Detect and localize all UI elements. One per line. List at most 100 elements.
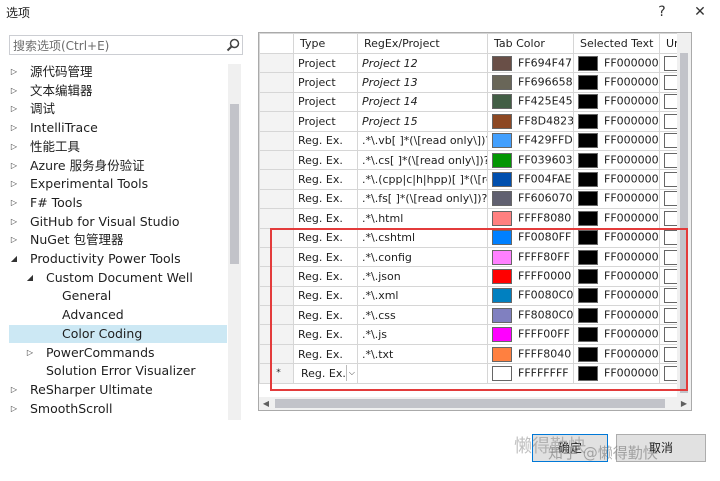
color-swatch[interactable] [492,210,512,226]
grid-vertical-scrollbar[interactable] [677,33,691,397]
grid-horizontal-scrollbar[interactable]: ◀ ▶ [259,397,691,410]
tab-color-cell[interactable]: FF606070 [487,188,574,210]
type-cell[interactable]: Reg. Ex. [293,227,358,248]
type-cell[interactable]: Reg. Ex. [293,188,358,210]
pattern-cell[interactable]: .*\.(cpp|c|h|hpp)[ ]*(\[rea... [357,169,488,190]
tree-item[interactable]: ▷ NuGet 包管理器 [9,231,227,250]
color-swatch[interactable] [492,172,512,188]
tree-item[interactable]: ▷ Experimental Tools [9,175,227,194]
color-swatch[interactable] [492,230,512,246]
selected-text-color-cell[interactable]: FF000000 [573,169,660,190]
selected-text-color-cell[interactable]: FF000000 [573,246,660,268]
tab-color-cell[interactable]: FF696658 [487,72,574,93]
row-header[interactable] [259,52,294,74]
column-header-tab-color[interactable]: Tab Color [487,33,574,54]
pattern-cell[interactable]: Project 12 [357,52,488,74]
tree-item[interactable]: ▷ GitHub for Visual Studio [9,213,227,232]
selected-text-color-cell[interactable]: FF000000 [573,266,660,287]
row-header[interactable] [259,188,294,210]
type-cell[interactable]: Reg. Ex. [293,246,358,268]
row-header[interactable] [259,246,294,268]
row-header[interactable] [259,149,294,171]
row-header[interactable] [259,343,294,365]
expand-arrow-icon[interactable]: ▷ [9,63,19,82]
tab-color-cell[interactable]: FF429FFD [487,130,574,151]
color-swatch[interactable] [578,249,598,265]
color-swatch[interactable] [578,152,598,168]
color-swatch[interactable] [578,327,598,343]
column-header-selected-text[interactable]: Selected Text [573,33,660,54]
color-swatch[interactable] [578,210,598,226]
type-cell[interactable]: Reg. Ex. [293,324,358,345]
color-swatch[interactable] [578,55,598,71]
color-swatch[interactable] [492,288,512,304]
row-header[interactable] [259,208,294,229]
color-swatch[interactable] [492,307,512,323]
color-swatch[interactable] [492,249,512,265]
color-swatch[interactable] [492,268,512,284]
row-header[interactable] [259,324,294,345]
table-row[interactable]: ProjectProject 15FF8D4823FF000000FF [259,111,691,132]
pattern-cell[interactable]: Project 15 [357,111,488,132]
selected-text-color-cell[interactable]: FF000000 [573,188,660,210]
color-swatch[interactable] [578,172,598,188]
selected-text-color-cell[interactable]: FF000000 [573,149,660,171]
pattern-cell[interactable]: .*\.cs[ ]*(\[read only\])?$ [357,149,488,171]
expand-arrow-icon[interactable]: ▷ [9,100,19,119]
selected-text-color-cell[interactable]: FF000000 [573,343,660,365]
color-swatch[interactable] [578,365,598,381]
tab-color-cell[interactable]: FF8080C0 [487,305,574,326]
tab-color-cell[interactable]: FF0080FF [487,227,574,248]
scroll-right-arrow-icon[interactable]: ▶ [677,397,691,410]
table-row[interactable]: Reg. Ex..*\.configFFFF80FFFF000000FF [259,246,691,268]
color-swatch[interactable] [578,94,598,110]
tab-color-cell[interactable]: FF425E45 [487,91,574,113]
help-button[interactable]: ? [652,2,672,22]
table-row[interactable]: Reg. Ex. .*\.vb[ ]*(\[read only\])?$ FF429… [259,130,691,151]
pattern-cell[interactable]: .*\.vb[ ]*(\[read only\])?$ [357,130,488,151]
selected-text-color-cell[interactable]: FF000000 [573,324,660,345]
pattern-cell[interactable]: .*\.js [357,324,488,345]
pattern-cell[interactable]: .*\.cshtml [357,227,488,248]
selected-text-color-cell[interactable]: FF000000 [573,305,660,326]
type-cell[interactable]: Reg. Ex. [293,305,358,326]
pattern-cell[interactable]: .*\.fs[ ]*(\[read only\])?$ [357,188,488,210]
selected-text-color-cell[interactable]: FF000000 [573,285,660,307]
type-cell[interactable]: Reg. Ex. [293,208,358,229]
color-swatch[interactable] [578,133,598,149]
expand-arrow-icon[interactable]: ▷ [25,344,35,363]
tab-color-cell[interactable]: FFFFFFFF [487,363,574,384]
collapse-arrow-icon[interactable]: ◢ [25,269,35,288]
table-row[interactable]: Reg. Ex..*\.jsonFFFF0000FF000000FF [259,266,691,287]
table-row[interactable]: Reg. Ex. .*\.cs[ ]*(\[read only\])?$ FF039… [259,149,691,171]
color-swatch[interactable] [578,346,598,362]
table-row[interactable]: Reg. Ex. .*\.fs[ ]*(\[read only\])?$ FF606… [259,188,691,210]
expand-arrow-icon[interactable]: ▷ [9,231,19,250]
pattern-cell[interactable]: .*\.css [357,305,488,326]
color-swatch[interactable] [492,346,512,362]
chevron-down-icon[interactable]: ⌵ [345,365,357,382]
type-select[interactable]: Reg. Ex. ⌵ [298,364,357,383]
search-icon[interactable] [224,36,242,54]
pattern-cell[interactable]: .*\.config [357,246,488,268]
grid-vertical-scrollbar-thumb[interactable] [680,53,688,393]
color-swatch[interactable] [578,307,598,323]
tree-item[interactable]: ▷ SmoothScroll [9,400,227,419]
type-cell[interactable]: Project [293,111,358,132]
table-row[interactable]: Reg. Ex..*\.xmlFF0080C0FF000000FF [259,285,691,307]
type-cell[interactable]: Reg. Ex. [293,266,358,287]
expand-arrow-icon[interactable]: ▷ [9,400,19,419]
tab-color-cell[interactable]: FFFF0000 [487,266,574,287]
tab-color-cell[interactable]: FFFF8080 [487,208,574,229]
color-swatch[interactable] [492,327,512,343]
tab-color-cell[interactable]: FF694F47 [487,52,574,74]
pattern-cell[interactable]: .*\.html [357,208,488,229]
tree-item[interactable]: ◢ Productivity Power Tools [9,250,227,269]
table-row[interactable]: Reg. Ex..*\.cssFF8080C0FF000000FF [259,305,691,326]
color-swatch[interactable] [492,113,512,129]
selected-text-color-cell[interactable]: FF000000 [573,363,660,384]
tree-scrollbar-thumb[interactable] [230,104,239,264]
expand-arrow-icon[interactable]: ▷ [9,138,19,157]
pattern-cell[interactable]: .*\.json [357,266,488,287]
color-swatch[interactable] [492,365,512,381]
